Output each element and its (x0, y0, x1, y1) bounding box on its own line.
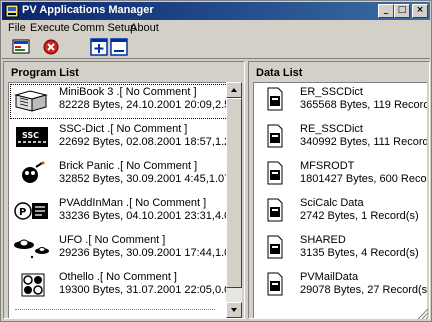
data-item[interactable]: RE_SSCDict 340992 Bytes, 111 Record(s) (254, 120, 427, 157)
scroll-up-button[interactable] (226, 82, 242, 98)
menu-file[interactable]: File (8, 22, 26, 34)
toolbar (2, 37, 430, 59)
data-item[interactable]: SHARED 3135 Bytes, 4 Record(s) (254, 231, 427, 268)
program-info: 19300 Bytes, 31.07.2001 22:05,0.02 (59, 284, 237, 296)
program-info: 32852 Bytes, 30.09.2001 4:45,1.07 (59, 173, 231, 185)
menu-about[interactable]: About (130, 22, 159, 34)
data-info: 29078 Bytes, 27 Record(s) (300, 284, 427, 296)
menu-execute[interactable]: Execute (30, 22, 70, 34)
close-button[interactable]: × (412, 4, 428, 18)
program-item[interactable]: MiniBook 3 .[ No Comment ] 82228 Bytes, … (9, 83, 237, 120)
program-item[interactable]: SSC SSC-Dict .[ No Comment ] 22692 Bytes… (9, 120, 237, 157)
menu-bar: File Execute Comm Setup About (2, 20, 430, 37)
data-name: RE_SSCDict (300, 123, 363, 135)
data-info: 2742 Bytes, 1 Record(s) (300, 210, 419, 222)
program-info: 29236 Bytes, 30.09.2001 17:44,1.07 (59, 247, 237, 259)
program-item[interactable]: Othello .[ No Comment ] 19300 Bytes, 31.… (9, 268, 237, 305)
program-info: 33236 Bytes, 04.10.2001 23:31,4.00 (59, 210, 237, 222)
data-name: ER_SSCDict (300, 86, 363, 98)
ssc-dict-icon: SSC (16, 127, 48, 147)
program-list-scrollbar[interactable] (226, 82, 242, 318)
window-title: PV Applications Manager (22, 4, 154, 16)
data-item[interactable]: ER_SSCDict 365568 Bytes, 119 Record(s) (254, 83, 427, 120)
program-list-panel: Program List MiniBook 3 .[ No Comment ] … (3, 61, 245, 319)
scroll-thumb[interactable] (226, 98, 242, 288)
program-name: SSC-Dict .[ No Comment ] (59, 123, 188, 135)
minimize-button[interactable]: _ (378, 4, 394, 18)
transfer-icon[interactable] (10, 37, 32, 57)
data-file-icon (267, 161, 283, 185)
data-file-icon (267, 87, 283, 111)
title-bar[interactable]: PV Applications Manager _ □ × (2, 2, 430, 20)
program-name: UFO .[ No Comment ] (59, 234, 166, 246)
app-icon (5, 4, 19, 18)
program-name: PVAddInMan .[ No Comment ] (59, 197, 207, 209)
data-list[interactable]: ER_SSCDict 365568 Bytes, 119 Record(s) R… (253, 82, 427, 318)
data-name: SHARED (300, 234, 346, 246)
data-item[interactable]: PVMailData 29078 Bytes, 27 Record(s) (254, 268, 427, 305)
next-item-partial (15, 309, 215, 313)
data-list-panel: Data List ER_SSCDict 365568 Bytes, 119 R… (248, 61, 430, 319)
data-file-icon (267, 272, 283, 296)
svg-text:P: P (19, 207, 26, 218)
scroll-down-button[interactable] (226, 302, 242, 318)
program-list-header: Program List (11, 67, 79, 79)
program-info: 22692 Bytes, 02.08.2001 18:57,1.20 (59, 136, 237, 148)
book-icon (14, 90, 48, 112)
program-info: 82228 Bytes, 24.10.2001 20:09,2.51 (59, 99, 237, 111)
program-item[interactable]: P PVAddInMan .[ No Comment ] 33236 Bytes… (9, 194, 237, 231)
data-name: SciCalc Data (300, 197, 364, 209)
program-list[interactable]: MiniBook 3 .[ No Comment ] 82228 Bytes, … (8, 82, 242, 318)
data-file-icon (267, 235, 283, 259)
data-item[interactable]: MFSRODT 1801427 Bytes, 600 Record(s) (254, 157, 427, 194)
resize-grip-icon[interactable] (416, 307, 429, 320)
stop-icon[interactable] (40, 37, 62, 57)
menu-comm-setup[interactable]: Comm Setup (72, 22, 136, 34)
data-info: 340992 Bytes, 111 Record(s) (300, 136, 427, 148)
maximize-button[interactable]: □ (394, 4, 410, 18)
data-file-icon (267, 198, 283, 222)
data-item[interactable]: SciCalc Data 2742 Bytes, 1 Record(s) (254, 194, 427, 231)
arrow-up-icon (231, 88, 237, 92)
othello-icon (21, 273, 45, 297)
data-file-icon (267, 124, 283, 148)
program-name: MiniBook 3 .[ No Comment ] (59, 86, 197, 98)
add-window-icon[interactable] (88, 37, 110, 57)
app-window: PV Applications Manager _ □ × File Execu… (0, 0, 432, 322)
data-info: 365568 Bytes, 119 Record(s) (300, 99, 427, 111)
minimize-window-icon[interactable] (108, 37, 130, 57)
program-name: Brick Panic .[ No Comment ] (59, 160, 198, 172)
addin-manager-icon: P (14, 202, 48, 220)
program-item[interactable]: UFO .[ No Comment ] 29236 Bytes, 30.09.2… (9, 231, 237, 268)
svg-text:SSC: SSC (22, 131, 39, 140)
brick-panic-icon (22, 161, 45, 183)
data-info: 3135 Bytes, 4 Record(s) (300, 247, 419, 259)
arrow-down-icon (231, 308, 237, 312)
program-name: Othello .[ No Comment ] (59, 271, 177, 283)
data-list-header: Data List (256, 67, 303, 79)
data-name: MFSRODT (300, 160, 355, 172)
data-info: 1801427 Bytes, 600 Record(s) (300, 173, 427, 185)
program-item[interactable]: Brick Panic .[ No Comment ] 32852 Bytes,… (9, 157, 233, 194)
data-name: PVMailData (300, 271, 359, 283)
ufo-icon (14, 239, 49, 259)
